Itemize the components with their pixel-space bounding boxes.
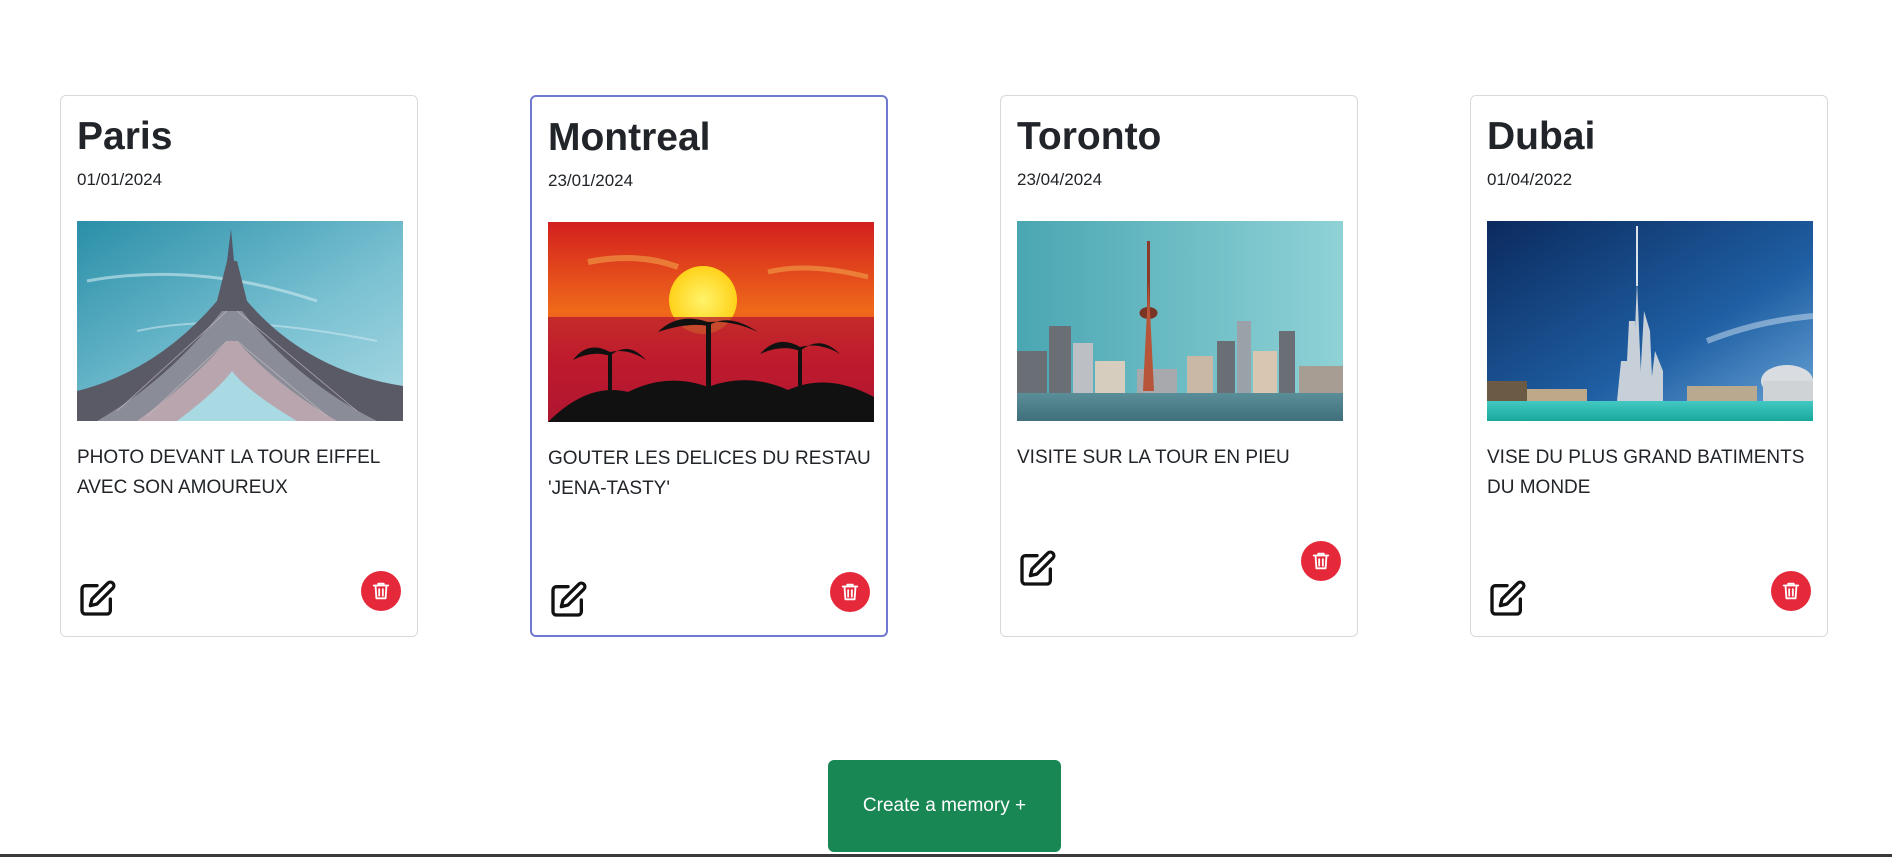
card-title: Montreal: [548, 116, 711, 159]
create-memory-button[interactable]: Create a memory +: [828, 760, 1061, 852]
memory-card-montreal[interactable]: Montreal 23/01/2024 GOUTER LES DELICES D…: [530, 95, 888, 637]
edit-icon: [551, 581, 587, 617]
memory-card-toronto[interactable]: Toronto 23/04/2024 VISITE SUR LA TOUR EN…: [1000, 95, 1358, 637]
memory-card-dubai[interactable]: Dubai 01/04/2022 VISE DU PLUS GRAND BATI…: [1470, 95, 1828, 637]
edit-button[interactable]: [1487, 579, 1527, 619]
edit-icon: [1020, 550, 1056, 586]
eiffel-tower-photo: [77, 221, 403, 421]
delete-button[interactable]: [830, 572, 870, 612]
edit-button[interactable]: [1017, 549, 1057, 589]
trash-icon: [1312, 552, 1330, 570]
burj-khalifa-photo: [1487, 221, 1813, 421]
delete-button[interactable]: [1301, 541, 1341, 581]
card-date: 01/01/2024: [77, 170, 163, 189]
card-title: Dubai: [1487, 115, 1596, 158]
trash-icon: [372, 582, 390, 600]
card-date: 01/04/2022: [1487, 170, 1573, 189]
delete-button[interactable]: [1771, 571, 1811, 611]
edit-icon: [80, 580, 116, 616]
card-description: VISITE SUR LA TOUR EN PIEU: [1017, 447, 1290, 468]
edit-button[interactable]: [548, 580, 588, 620]
card-date: 23/01/2024: [548, 171, 634, 190]
card-description: PHOTO DEVANT LA TOUR EIFFEL AVEC SON AMO…: [77, 447, 380, 498]
edit-icon: [1490, 580, 1526, 616]
tropical-sunset-photo: [548, 222, 874, 422]
card-title: Paris: [77, 115, 173, 158]
card-description: GOUTER LES DELICES DU RESTAU 'JENA-TASTY…: [548, 448, 871, 499]
memory-card-paris[interactable]: Paris 01/01/2024 PHOTO DEVANT LA TOUR EI…: [60, 95, 418, 637]
edit-button[interactable]: [77, 579, 117, 619]
trash-icon: [1782, 582, 1800, 600]
delete-button[interactable]: [361, 571, 401, 611]
card-description: VISE DU PLUS GRAND BATIMENTS DU MONDE: [1487, 447, 1805, 498]
card-title: Toronto: [1017, 115, 1162, 158]
toronto-skyline-photo: [1017, 221, 1343, 421]
memory-card-grid: Paris 01/01/2024 PHOTO DEVANT LA TOUR EI…: [0, 0, 1892, 700]
trash-icon: [841, 583, 859, 601]
card-date: 23/04/2024: [1017, 170, 1103, 189]
